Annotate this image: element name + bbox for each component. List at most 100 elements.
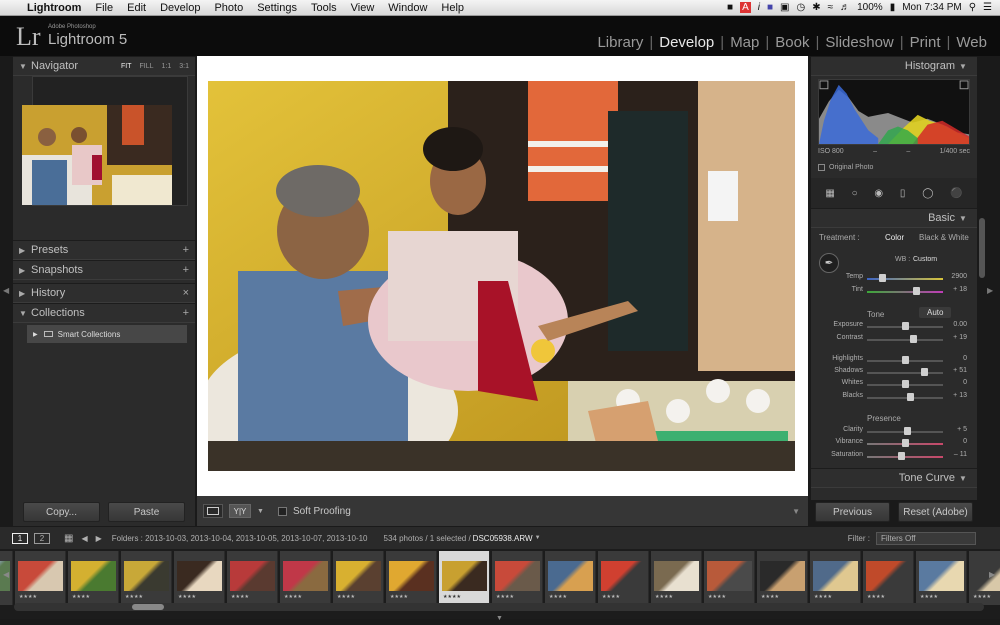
- add-preset-icon[interactable]: +: [183, 244, 189, 256]
- before-after-button[interactable]: Y|Y: [229, 504, 251, 518]
- star-rating[interactable]: ★★★★: [19, 594, 37, 600]
- treatment-black-white[interactable]: Black & White: [919, 233, 969, 242]
- slider-knob[interactable]: [898, 452, 906, 460]
- history-header[interactable]: ▶ History ×: [13, 283, 195, 303]
- adjustment-brush-icon[interactable]: ⚫: [950, 188, 962, 199]
- collections-header[interactable]: ▼ Collections +: [13, 303, 195, 323]
- histogram-header[interactable]: Histogram ▼: [811, 56, 977, 76]
- left-panel-collapse-icon[interactable]: ◀: [3, 286, 9, 295]
- menu-develop[interactable]: Develop: [153, 2, 207, 14]
- navigator-header[interactable]: ▼ Navigator FIT FILL 1:1 3:1: [13, 56, 195, 76]
- toolbar-content-dropdown-icon[interactable]: ▼: [792, 507, 800, 516]
- filmstrip-thumbnail[interactable]: [866, 561, 911, 591]
- slider-track[interactable]: [867, 397, 943, 399]
- filmstrip-cell[interactable]: ★★★★: [916, 551, 967, 605]
- treatment-color[interactable]: Color: [885, 233, 904, 242]
- filmstrip-cell[interactable]: ★★★★: [757, 551, 808, 605]
- star-rating[interactable]: ★★★★: [708, 594, 726, 600]
- menu-photo[interactable]: Photo: [207, 2, 250, 14]
- star-rating[interactable]: ★★★★: [390, 594, 408, 600]
- menu-lightroom[interactable]: Lightroom: [20, 2, 88, 14]
- collapse-triangle-icon[interactable]: ▼: [959, 214, 971, 223]
- filmstrip-scroll-thumb[interactable]: [132, 604, 164, 610]
- shadow-clipping-icon[interactable]: [819, 80, 829, 90]
- airplay-icon[interactable]: ▣: [780, 2, 789, 13]
- filmstrip-thumbnail[interactable]: [442, 561, 487, 591]
- filmstrip-thumbnail[interactable]: [230, 561, 275, 591]
- menu-help[interactable]: Help: [434, 2, 471, 14]
- right-panel-scrollbar[interactable]: [979, 218, 985, 278]
- filmstrip-thumbnail[interactable]: [71, 561, 116, 591]
- filmstrip-cell[interactable]: ★★★★: [810, 551, 861, 605]
- slider-track[interactable]: [867, 372, 943, 374]
- tone-curve-header[interactable]: Tone Curve ▼: [811, 468, 977, 488]
- filmstrip-cell[interactable]: ★★★★: [651, 551, 702, 605]
- filmstrip-right-arrow-icon[interactable]: ▶: [989, 570, 995, 579]
- collapse-triangle-icon[interactable]: ▼: [19, 309, 31, 318]
- battery-percent[interactable]: 100%: [857, 2, 883, 13]
- filmstrip-thumbnail[interactable]: [601, 561, 646, 591]
- filmstrip-cell[interactable]: ★★★★: [121, 551, 172, 605]
- copy-button[interactable]: Copy...: [23, 502, 100, 522]
- collapse-triangle-icon[interactable]: ▼: [959, 474, 971, 483]
- star-rating[interactable]: ★★★★: [496, 594, 514, 600]
- spotlight-icon[interactable]: ⚲: [969, 2, 976, 13]
- collapse-triangle-icon[interactable]: ▼: [959, 62, 971, 71]
- crop-tool-icon[interactable]: ▦: [825, 188, 834, 199]
- filmstrip-cell[interactable]: ★★★★: [598, 551, 649, 605]
- right-panel-collapse-icon[interactable]: ▶: [987, 286, 993, 295]
- slider-value[interactable]: 0: [963, 379, 967, 386]
- star-rating[interactable]: ★★★★: [761, 594, 779, 600]
- menu-edit[interactable]: Edit: [120, 2, 153, 14]
- filmstrip-left-arrow-icon[interactable]: ◀: [3, 570, 9, 579]
- star-rating[interactable]: ★★★★: [973, 594, 991, 600]
- filmstrip-thumbnail[interactable]: [177, 561, 222, 591]
- filmstrip-cell[interactable]: ★★★★: [969, 551, 1000, 605]
- before-after-dropdown-icon[interactable]: ▼: [257, 508, 264, 515]
- star-rating[interactable]: ★★★★: [284, 594, 302, 600]
- slider-value[interactable]: + 5: [957, 426, 967, 433]
- filmstrip-thumbnail[interactable]: [707, 561, 752, 591]
- slider-knob[interactable]: [913, 287, 921, 295]
- star-rating[interactable]: ★★★★: [72, 594, 90, 600]
- menu-window[interactable]: Window: [381, 2, 434, 14]
- highlight-clipping-icon[interactable]: [959, 80, 969, 90]
- expand-triangle-icon[interactable]: ▶: [19, 289, 31, 298]
- filmstrip-cell[interactable]: ★★★★: [386, 551, 437, 605]
- add-collection-icon[interactable]: +: [183, 307, 189, 319]
- filmstrip-thumbnail[interactable]: [18, 561, 63, 591]
- secondary-display-1[interactable]: 1: [12, 532, 28, 544]
- filmstrip-thumbnail[interactable]: [283, 561, 328, 591]
- wifi-icon[interactable]: ≈: [828, 2, 834, 13]
- star-rating[interactable]: ★★★★: [814, 594, 832, 600]
- slider-value[interactable]: + 51: [953, 367, 967, 374]
- secondary-display-2[interactable]: 2: [34, 532, 50, 544]
- smart-collections-item[interactable]: ▶ Smart Collections: [27, 325, 187, 343]
- expand-triangle-icon[interactable]: ▶: [19, 266, 31, 275]
- filmstrip-cell[interactable]: ★★★★: [492, 551, 543, 605]
- filmstrip-thumbnail[interactable]: [336, 561, 381, 591]
- filmstrip-cell[interactable]: ★★★★: [333, 551, 384, 605]
- wb-value[interactable]: Custom: [913, 256, 937, 263]
- clear-history-icon[interactable]: ×: [183, 287, 189, 299]
- slider-value[interactable]: – 11: [954, 451, 967, 458]
- slider-value[interactable]: 0: [963, 438, 967, 445]
- slider-knob[interactable]: [879, 274, 887, 282]
- filmstrip-cell[interactable]: ★★★★: [439, 551, 490, 605]
- slider-knob[interactable]: [921, 368, 928, 376]
- expand-triangle-icon[interactable]: ▶: [33, 331, 38, 338]
- tray-a-icon[interactable]: A: [740, 2, 751, 13]
- selected-filename[interactable]: DSC05938.ARW: [473, 534, 533, 543]
- module-develop[interactable]: Develop: [654, 34, 719, 51]
- slider-knob[interactable]: [902, 322, 909, 330]
- module-book[interactable]: Book: [770, 34, 814, 51]
- zoom-fit[interactable]: FIT: [121, 63, 132, 70]
- paste-button[interactable]: Paste: [108, 502, 185, 522]
- slider-value[interactable]: 0.00: [953, 321, 967, 328]
- slider-value[interactable]: + 18: [953, 286, 967, 293]
- zoom-1-1[interactable]: 1:1: [162, 63, 172, 70]
- main-photo[interactable]: [208, 81, 795, 471]
- filmstrip-cell[interactable]: ★★★★: [68, 551, 119, 605]
- filmstrip-thumbnail[interactable]: [654, 561, 699, 591]
- collapse-triangle-icon[interactable]: ▼: [19, 62, 31, 71]
